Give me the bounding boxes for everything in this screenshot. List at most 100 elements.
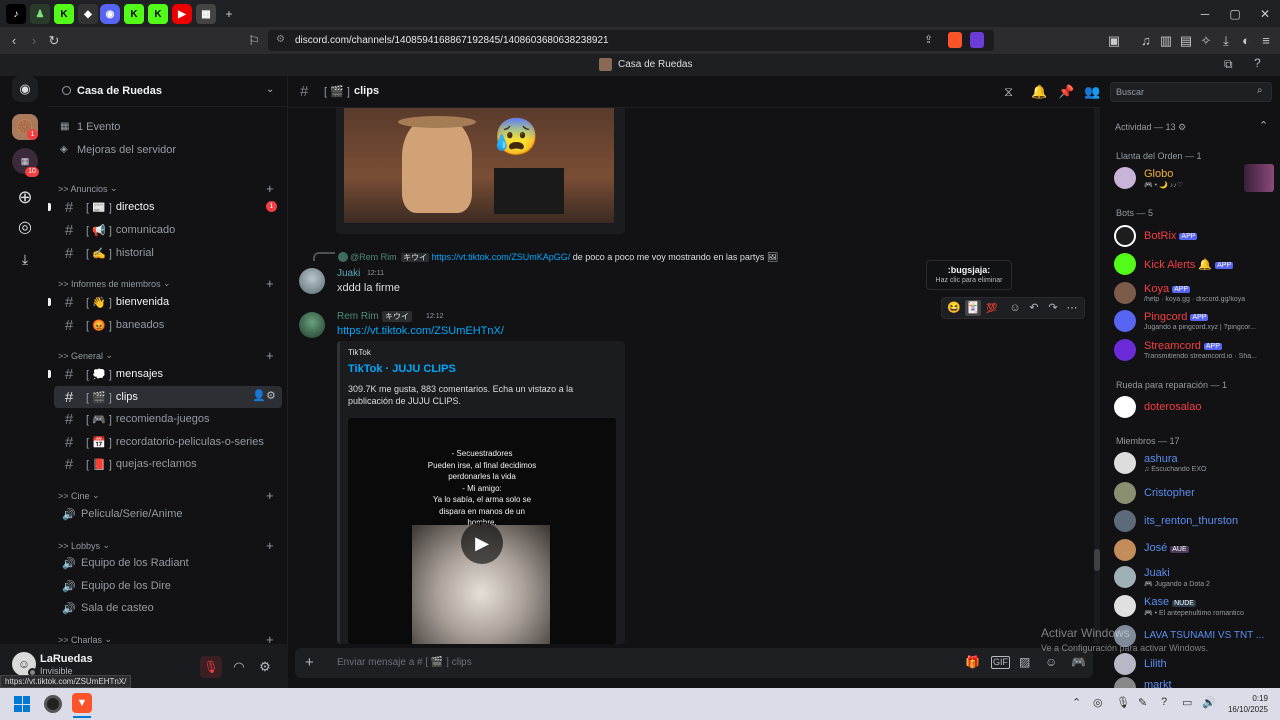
message-author[interactable]: Rem Rim bbox=[337, 311, 379, 322]
video-player[interactable]: - Secuestradores Pueden irse, al final d… bbox=[348, 418, 616, 644]
gift-icon[interactable]: 🎁 bbox=[965, 655, 980, 669]
member-lilith[interactable]: Lilith bbox=[1114, 652, 1274, 678]
obs-icon[interactable] bbox=[44, 695, 62, 713]
member-kick-alerts[interactable]: Kick Alerts 🔔 APP bbox=[1114, 252, 1274, 278]
add-channel-icon[interactable]: + bbox=[266, 348, 274, 363]
close-icon[interactable]: ✕ bbox=[1256, 5, 1274, 23]
voice-channel-dire[interactable]: 🔊 Equipo de los Dire bbox=[54, 575, 282, 597]
category-cine[interactable]: >> Cine ⌄ bbox=[58, 490, 100, 501]
channel-comunicado[interactable]: #[ 📢 ] comunicado bbox=[54, 219, 282, 241]
forward-icon[interactable]: › bbox=[24, 31, 44, 51]
emoji-icon[interactable]: ☺ bbox=[1045, 655, 1057, 669]
message-author[interactable]: Juaki bbox=[337, 268, 360, 279]
channel-historial[interactable]: #[ ✍️ ] historial bbox=[54, 242, 282, 264]
avatar[interactable] bbox=[299, 312, 325, 338]
member-list-icon[interactable]: 👥 bbox=[1084, 84, 1100, 100]
reaction-100[interactable]: 💯 bbox=[984, 300, 1000, 316]
boost-item[interactable]: Mejoras del servidor bbox=[77, 144, 176, 156]
minimize-icon[interactable]: ─ bbox=[1196, 5, 1214, 23]
help-icon[interactable]: ? bbox=[1254, 56, 1261, 70]
menu-icon[interactable]: ≡ bbox=[1256, 31, 1276, 51]
member-its-renton[interactable]: its_renton_thurston bbox=[1114, 509, 1274, 535]
kick-tab-2[interactable]: K bbox=[124, 4, 144, 24]
kick-tab[interactable]: K bbox=[54, 4, 74, 24]
tray-help-icon[interactable]: ? bbox=[1161, 696, 1167, 708]
search-input[interactable]: Buscar ⌕ bbox=[1110, 82, 1272, 102]
volume-icon[interactable]: 🔊 bbox=[1202, 696, 1216, 709]
tray-pen-icon[interactable]: ✎ bbox=[1138, 696, 1147, 709]
member-markt[interactable]: markt bbox=[1114, 676, 1274, 688]
download-apps-icon[interactable]: ⤓ bbox=[12, 246, 38, 272]
more-options-icon[interactable]: ⋯ bbox=[1064, 300, 1080, 316]
attach-plus-icon[interactable]: + bbox=[305, 654, 314, 671]
message-composer[interactable]: + Enviar mensaje a # [ 🎬 ] clips 🎁 GIF ▨… bbox=[295, 648, 1093, 678]
category-informes[interactable]: >> Informes de miembros ⌄ bbox=[58, 278, 171, 289]
brave-shield-icon[interactable] bbox=[948, 32, 962, 48]
chevron-up-icon[interactable]: ⌃ bbox=[1259, 119, 1268, 132]
discover-icon[interactable]: ◎ bbox=[12, 214, 38, 240]
headset-icon[interactable]: ◠ bbox=[228, 656, 250, 678]
member-jose[interactable]: José AUE bbox=[1114, 538, 1274, 564]
kick-tab-3[interactable]: K bbox=[148, 4, 168, 24]
sidebar-icon[interactable]: ▣ bbox=[1104, 31, 1124, 51]
tray-display-icon[interactable]: ▭ bbox=[1182, 696, 1192, 709]
add-channel-icon[interactable]: + bbox=[266, 488, 274, 503]
threads-icon[interactable]: ⧖ bbox=[1004, 84, 1013, 100]
leo-icon[interactable]: ◐ bbox=[1236, 31, 1256, 51]
member-koya[interactable]: Koya APP /help · koya.gg · discord.gg/koy… bbox=[1114, 281, 1274, 307]
username[interactable]: LaRuedas bbox=[40, 653, 93, 665]
back-icon[interactable]: ‹ bbox=[4, 31, 24, 51]
embedded-image[interactable]: 😰 bbox=[344, 108, 614, 223]
reaction-emoji-1[interactable]: 😆 bbox=[946, 300, 962, 316]
channel-mensajes[interactable]: #[ 💭 ] mensajes bbox=[54, 363, 282, 385]
tab-2[interactable]: ♟ bbox=[30, 4, 50, 24]
brave-rewards-icon[interactable] bbox=[970, 32, 984, 48]
extensions-icon[interactable]: ✧ bbox=[1196, 31, 1216, 51]
brave-taskbar-icon[interactable]: ▼ bbox=[72, 693, 92, 713]
add-channel-icon[interactable]: + bbox=[266, 181, 274, 196]
add-server-icon[interactable]: ⊕ bbox=[12, 184, 38, 210]
play-icon[interactable]: ▶ bbox=[461, 522, 503, 564]
category-anuncios[interactable]: >> Anuncios ⌄ bbox=[58, 183, 118, 194]
inbox-icon[interactable]: ⧉ bbox=[1224, 57, 1233, 72]
message-link[interactable]: https://vt.tiktok.com/ZSUmEHTnX/ bbox=[337, 325, 504, 337]
sticker-icon[interactable]: ▨ bbox=[1019, 655, 1030, 669]
member-doterosalao[interactable]: doterosalao bbox=[1114, 395, 1274, 421]
tray-chevron-icon[interactable]: ⌃ bbox=[1072, 696, 1081, 709]
music-icon[interactable]: ♫ bbox=[1136, 31, 1156, 51]
channel-recomienda-juegos[interactable]: #[ 🎮 ] recomienda-juegos bbox=[54, 408, 282, 430]
voice-channel-casteo[interactable]: 🔊 Sala de casteo bbox=[54, 597, 282, 619]
download-icon[interactable]: ⤓ bbox=[1216, 31, 1236, 51]
discord-home-icon[interactable]: ◉ bbox=[12, 76, 38, 102]
channel-baneados[interactable]: #[ 😡 ] baneados bbox=[54, 314, 282, 336]
gif-icon[interactable]: GIF bbox=[991, 656, 1010, 669]
add-reaction-icon[interactable]: ☺ bbox=[1007, 300, 1023, 316]
share-icon[interactable]: ⇪ bbox=[924, 33, 933, 46]
tray-mic-icon[interactable]: 🎙 bbox=[1116, 696, 1130, 709]
events-item[interactable]: 1 Evento bbox=[77, 121, 120, 133]
pin-icon[interactable]: 📌 bbox=[1058, 84, 1074, 100]
apps-icon[interactable]: 🎮 bbox=[1071, 655, 1086, 669]
add-channel-icon[interactable]: + bbox=[266, 276, 274, 291]
windows-start-icon[interactable] bbox=[14, 696, 30, 712]
create-invite-icon[interactable]: 👤 bbox=[252, 389, 266, 402]
member-streamcord[interactable]: Streamcord APP Transmitiendo streamcord.i… bbox=[1114, 338, 1274, 364]
tab-9[interactable]: ▦ bbox=[196, 4, 216, 24]
add-channel-icon[interactable]: + bbox=[266, 538, 274, 553]
bookmark-icon[interactable]: ⚐ bbox=[244, 31, 264, 51]
channel-directos[interactable]: #[ 📰 ] directos 1 bbox=[54, 196, 282, 218]
notification-bell-icon[interactable]: 🔔 bbox=[1031, 84, 1047, 100]
forward-icon[interactable]: ↷ bbox=[1045, 300, 1061, 316]
tray-app-icon[interactable]: ◎ bbox=[1093, 696, 1103, 709]
tiktok-tab[interactable]: ♪ bbox=[6, 4, 26, 24]
member-pingcord[interactable]: Pingcord APP Jugando a pingcord.xyz | ?pi… bbox=[1114, 309, 1274, 335]
reload-icon[interactable]: ↻ bbox=[44, 31, 64, 51]
voice-channel-pelicula[interactable]: 🔊 Pelicula/Serie/Anime bbox=[54, 503, 282, 525]
member-ashura[interactable]: ashura ♫ Escuchando EXO bbox=[1114, 451, 1274, 477]
gear-icon[interactable]: ⚙ bbox=[266, 389, 276, 402]
member-cristopher[interactable]: Cristopher bbox=[1114, 481, 1274, 507]
channel-clips-selected[interactable]: #[ 🎬 ] clips 👤 ⚙ bbox=[54, 386, 282, 408]
channel-recordatorio[interactable]: #[ 📅 ] recordatorio-peliculas-o-series bbox=[54, 431, 282, 453]
category-general[interactable]: >> General ⌄ bbox=[58, 350, 113, 361]
site-info-icon[interactable]: ⚙ bbox=[276, 34, 285, 45]
